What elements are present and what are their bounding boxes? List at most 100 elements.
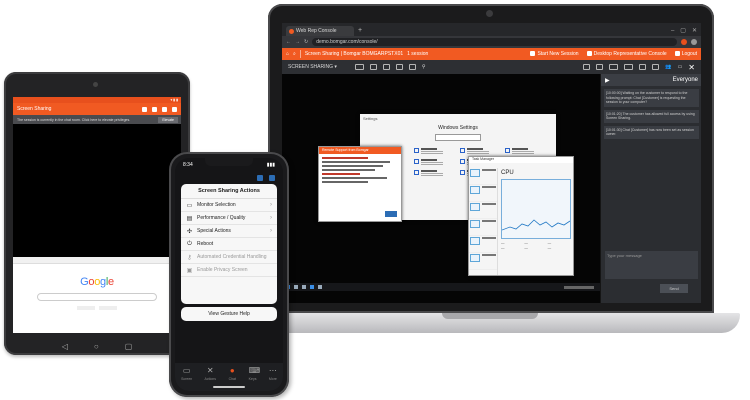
extension-icon[interactable] [681,39,687,45]
address-bar-url: demo.bomgar.com/console/ [316,39,378,45]
lucky-button[interactable] [99,306,117,310]
pointer-icon[interactable] [369,64,377,70]
keyboard-icon[interactable] [142,106,147,112]
customer-chat-title: Remote Support from Bomgar [319,147,401,154]
privacy-icon: ▣ [186,267,193,274]
chat-send-button[interactable]: Send [660,284,688,293]
close-session-icon[interactable]: ✕ [688,63,695,72]
desktop-console-label: Desktop Representative Console [593,51,667,57]
customer-chat-send-button[interactable] [385,211,397,217]
profile-icon[interactable] [691,39,697,45]
fullscreen-icon[interactable] [639,64,647,70]
chat-toggle-icon[interactable]: ▭ [678,64,683,70]
customer-chat-window[interactable]: Remote Support from Bomgar [318,146,402,222]
home-indicator[interactable] [213,386,245,388]
keyboard-icon[interactable] [408,64,416,70]
performance-icon: ▤ [186,215,193,222]
settings-search[interactable] [435,134,481,141]
customer-chat-body [319,154,401,186]
tablet-camera [93,82,98,87]
special-actions-icon: ✣ [186,228,193,235]
more-icon[interactable] [172,106,177,112]
annotate-icon[interactable] [395,64,403,70]
taskbar-app-icon[interactable] [302,285,306,289]
screen-sharing-dropdown[interactable]: SCREEN SHARING ▾ [288,64,337,70]
perf-item[interactable] [469,219,497,236]
tablet-title-bar: Screen Sharing [13,103,181,115]
close-window-icon[interactable]: ✕ [692,26,697,36]
browser-tab-title: Web Rep Console [296,28,337,34]
tools-icon[interactable]: ⚲ [422,64,426,70]
monitor-icon[interactable] [354,64,364,70]
new-tab-icon[interactable]: + [358,26,362,36]
record-icon[interactable] [652,64,660,70]
perf-item[interactable] [469,185,497,202]
settings-tile[interactable] [459,148,503,154]
tab-more[interactable]: ⋯ More [269,367,277,391]
settings-tile[interactable] [413,148,457,154]
phone-screen: 8:34 ▮▮▮ Screen Sharing Actions ▭ Monito… [175,158,283,391]
tab-keys[interactable]: ⌨ Keys [248,367,261,391]
google-search-input[interactable] [37,293,157,301]
keyboard-icon[interactable] [257,175,263,181]
perf-item[interactable] [469,168,497,185]
address-bar[interactable]: demo.bomgar.com/console/ [312,38,677,46]
settings-tile[interactable] [413,159,457,165]
google-search-button[interactable] [77,306,95,310]
browser-tab[interactable]: Web Rep Console [286,26,354,36]
action-special-actions[interactable]: ✣ Special Actions › [181,225,277,238]
play-icon[interactable]: ▶ [605,77,610,84]
minimize-icon[interactable]: – [671,26,674,36]
action-reboot[interactable]: ⏻ Reboot [181,238,277,251]
back-icon[interactable]: ◁ [62,342,68,351]
start-session-link[interactable]: Start New Session [530,51,579,57]
action-performance-quality[interactable]: ▤ Performance / Quality › [181,212,277,225]
elevate-button[interactable]: Elevate [158,116,178,123]
tools-icon[interactable] [162,106,167,112]
fullscreen-icon[interactable] [152,106,157,112]
menu-icon[interactable] [269,175,275,181]
taskbar-app-icon[interactable] [294,285,298,289]
back-icon[interactable]: ← [286,39,291,45]
desktop-console-link[interactable]: Desktop Representative Console [586,51,667,57]
actions-sheet: Screen Sharing Actions ▭ Monitor Selecti… [181,184,277,304]
desktop-icon [586,51,592,57]
action-label: Monitor Selection [197,202,236,208]
settings-tile[interactable] [413,170,457,176]
remote-browser-page[interactable]: Google [13,257,181,333]
action-monitor-selection[interactable]: ▭ Monitor Selection › [181,199,277,212]
forward-icon[interactable]: → [295,39,300,45]
info-icon[interactable] [596,64,604,70]
tab-screen[interactable]: ▭ Screen [181,367,192,391]
maximize-icon[interactable]: ▢ [680,26,686,36]
reload-icon[interactable]: ↻ [304,39,308,45]
users-icon[interactable]: 👥 [665,64,671,70]
layout-icon[interactable] [609,64,619,70]
logout-link[interactable]: Logout [674,51,697,57]
tab-label: Keys [248,377,257,381]
view-gesture-help-button[interactable]: View Gesture Help [181,307,277,321]
tab-label: More [268,377,277,381]
file-icon[interactable] [583,64,591,70]
view-only-icon[interactable] [382,64,390,70]
perf-item[interactable] [469,253,497,270]
task-manager-window[interactable]: Task Manager CPU — — — — — — [468,156,574,276]
tablet-toolbar-icons [142,106,181,112]
home-icon[interactable]: ⌂ [286,51,289,57]
chat-input[interactable]: Type your message [605,251,698,279]
taskbar-app-icon[interactable] [318,285,322,289]
remote-desktop-view[interactable]: Settings Windows Settings Task Manager C… [282,74,600,303]
phone-icon [459,148,465,153]
action-label: Automated Credential Handling [197,254,267,260]
cpu-graph [501,179,571,239]
tab-label: Screen [181,377,193,381]
recents-icon[interactable]: ▢ [125,342,133,351]
settings-tile[interactable] [505,148,548,154]
search-icon[interactable]: ⌕ [293,51,296,57]
perf-item[interactable] [469,236,497,253]
system-tray [564,285,594,289]
screenshot-icon[interactable] [624,64,634,70]
taskbar-app-icon[interactable] [310,285,314,289]
home-icon[interactable]: ○ [94,342,99,351]
perf-item[interactable] [469,202,497,219]
